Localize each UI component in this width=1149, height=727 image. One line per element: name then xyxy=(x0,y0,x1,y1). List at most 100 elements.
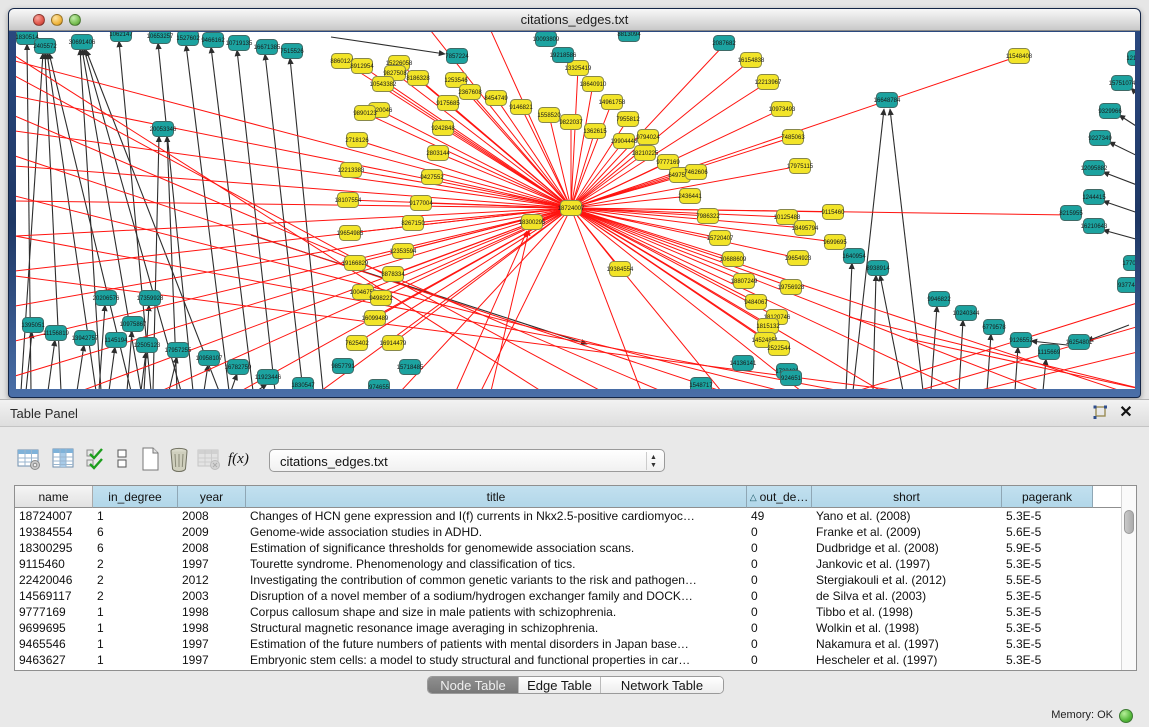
graph-edge[interactable] xyxy=(379,110,571,208)
table-cell[interactable]: 5.6E-5 xyxy=(1002,524,1093,540)
table-cell[interactable]: Franke et al. (2009) xyxy=(812,524,1002,540)
table-cell[interactable]: 2009 xyxy=(178,524,246,540)
table-cell[interactable]: Dudbridge et al. (2008) xyxy=(812,540,1002,556)
table-select-combo[interactable]: citations_edges.txt ▲▼ xyxy=(269,449,665,472)
tab-edge-table[interactable]: Edge Table xyxy=(519,677,601,693)
table-cell[interactable]: Corpus callosum shape and size in male p… xyxy=(246,604,747,620)
table-row[interactable]: 977716911998Corpus callosum shape and si… xyxy=(15,604,1093,620)
graph-edge[interactable] xyxy=(16,61,571,208)
table-cell[interactable]: Estimation of the future numbers of pati… xyxy=(246,636,747,652)
scrollbar-thumb[interactable] xyxy=(1124,510,1134,534)
column-header-outde[interactable]: △out_de… xyxy=(747,486,812,508)
table-cell[interactable]: 1998 xyxy=(178,620,246,636)
memory-status-indicator[interactable] xyxy=(1119,709,1133,723)
row-height-icon[interactable] xyxy=(114,446,130,472)
column-header-pagerank[interactable]: pagerank xyxy=(1002,486,1093,508)
column-header-year[interactable]: year xyxy=(178,486,246,508)
graph-edge[interactable] xyxy=(880,275,903,389)
graph-edge[interactable] xyxy=(109,347,115,389)
table-row[interactable]: 1872400712008Changes of HCN gene express… xyxy=(15,508,1093,524)
float-panel-icon[interactable] xyxy=(1091,405,1109,421)
graph-edge[interactable] xyxy=(237,50,275,389)
table-cell[interactable]: 1998 xyxy=(178,604,246,620)
graph-edge[interactable] xyxy=(127,331,132,389)
table-cell[interactable]: 5.3E-5 xyxy=(1002,636,1093,652)
table-cell[interactable]: Wolkin et al. (1998) xyxy=(812,620,1002,636)
function-builder-icon[interactable]: f(x) xyxy=(228,446,260,472)
graph-edge[interactable] xyxy=(890,109,923,389)
table-row[interactable]: 2242004622012Investigating the contribut… xyxy=(15,572,1093,588)
table-cell[interactable]: de Silva et al. (2003) xyxy=(812,588,1002,604)
table-cell[interactable]: Tibbo et al. (1998) xyxy=(812,604,1002,620)
table-cell[interactable]: 1 xyxy=(93,636,178,652)
table-cell[interactable]: 1 xyxy=(93,620,178,636)
table-cell[interactable]: 0 xyxy=(747,588,812,604)
network-canvas[interactable]: 1872400713325419186409101496175879558121… xyxy=(16,32,1135,389)
table-cell[interactable]: 9699695 xyxy=(15,620,93,636)
table-cell[interactable]: Structural magnetic resonance image aver… xyxy=(246,620,747,636)
table-cell[interactable]: 5.3E-5 xyxy=(1002,604,1093,620)
table-cell[interactable]: 22420046 xyxy=(15,572,93,588)
table-cell[interactable]: 5.3E-5 xyxy=(1002,508,1093,524)
table-cell[interactable]: Nakamura et al. (1997) xyxy=(812,636,1002,652)
graph-edge[interactable] xyxy=(16,208,571,341)
graph-edge[interactable] xyxy=(857,299,1135,389)
graph-edge[interactable] xyxy=(351,170,571,208)
table-cell[interactable]: 18300295 xyxy=(15,540,93,556)
table-cell[interactable]: 2003 xyxy=(178,588,246,604)
select-columns-icon[interactable] xyxy=(86,446,106,472)
graph-edge[interactable] xyxy=(77,345,84,389)
table-cell[interactable]: 0 xyxy=(747,524,812,540)
table-cell[interactable]: 9777169 xyxy=(15,604,93,620)
table-cell[interactable]: Changes of HCN gene expression and I(f) … xyxy=(246,508,747,524)
table-cell[interactable]: 0 xyxy=(747,652,812,668)
table-cell[interactable]: 1997 xyxy=(178,556,246,572)
table-cell[interactable]: 2008 xyxy=(178,540,246,556)
table-cell[interactable]: 0 xyxy=(747,620,812,636)
graph-edge[interactable] xyxy=(1103,230,1135,243)
table-row[interactable]: 946554611997Estimation of the future num… xyxy=(15,636,1093,652)
table-cell[interactable]: Jankovic et al. (1997) xyxy=(812,556,1002,572)
table-cell[interactable]: 9465546 xyxy=(15,636,93,652)
table-settings-icon[interactable] xyxy=(16,446,42,472)
table-cell[interactable]: Investigating the contribution of common… xyxy=(246,572,747,588)
graph-edge[interactable] xyxy=(290,58,323,389)
table-cell[interactable]: 5.3E-5 xyxy=(1002,620,1093,636)
window-titlebar[interactable]: citations_edges.txt xyxy=(9,9,1140,31)
graph-edge[interactable] xyxy=(1087,325,1129,341)
graph-edge[interactable] xyxy=(1015,347,1018,389)
graph-edge[interactable] xyxy=(99,305,105,389)
table-cell[interactable]: 49 xyxy=(747,508,812,524)
table-cell[interactable]: Genome-wide association studies in ADHD. xyxy=(246,524,747,540)
graph-edge[interactable] xyxy=(231,374,237,389)
network-graph[interactable]: 1872400713325419186409101496175879558121… xyxy=(16,32,1135,389)
graph-edge[interactable] xyxy=(211,47,253,389)
table-cell[interactable]: 5.9E-5 xyxy=(1002,540,1093,556)
table-cell[interactable]: 2 xyxy=(93,556,178,572)
graph-edge[interactable] xyxy=(1131,88,1135,107)
table-cell[interactable]: 9463627 xyxy=(15,652,93,668)
vertical-scrollbar[interactable] xyxy=(1121,486,1136,670)
table-columns-icon[interactable] xyxy=(51,446,77,472)
graph-edge[interactable] xyxy=(357,140,571,208)
table-cell[interactable]: 14569117 xyxy=(15,588,93,604)
table-row[interactable]: 946362711997Embryonic stem cells: a mode… xyxy=(15,652,1093,668)
column-header-name[interactable]: name xyxy=(15,486,93,508)
graph-edge[interactable] xyxy=(401,208,571,389)
graph-edge[interactable] xyxy=(1103,172,1135,190)
table-cell[interactable]: 0 xyxy=(747,636,812,652)
graph-edge[interactable] xyxy=(987,334,991,389)
table-cell[interactable]: Disruption of a novel member of a sodium… xyxy=(246,588,747,604)
table-cell[interactable]: Stergiakouli et al. (2012) xyxy=(812,572,1002,588)
graph-edge[interactable] xyxy=(331,37,445,54)
graph-edge[interactable] xyxy=(873,275,876,389)
table-cell[interactable]: 0 xyxy=(747,556,812,572)
table-cell[interactable]: Hescheler et al. (1997) xyxy=(812,652,1002,668)
table-cell[interactable]: 6 xyxy=(93,524,178,540)
table-row[interactable]: 1456911722003Disruption of a novel membe… xyxy=(15,588,1093,604)
table-cell[interactable]: 0 xyxy=(747,540,812,556)
column-header-title[interactable]: title xyxy=(246,486,747,508)
graph-edge[interactable] xyxy=(186,45,229,389)
graph-edge[interactable] xyxy=(84,49,181,389)
table-cell[interactable]: 5.3E-5 xyxy=(1002,652,1093,668)
